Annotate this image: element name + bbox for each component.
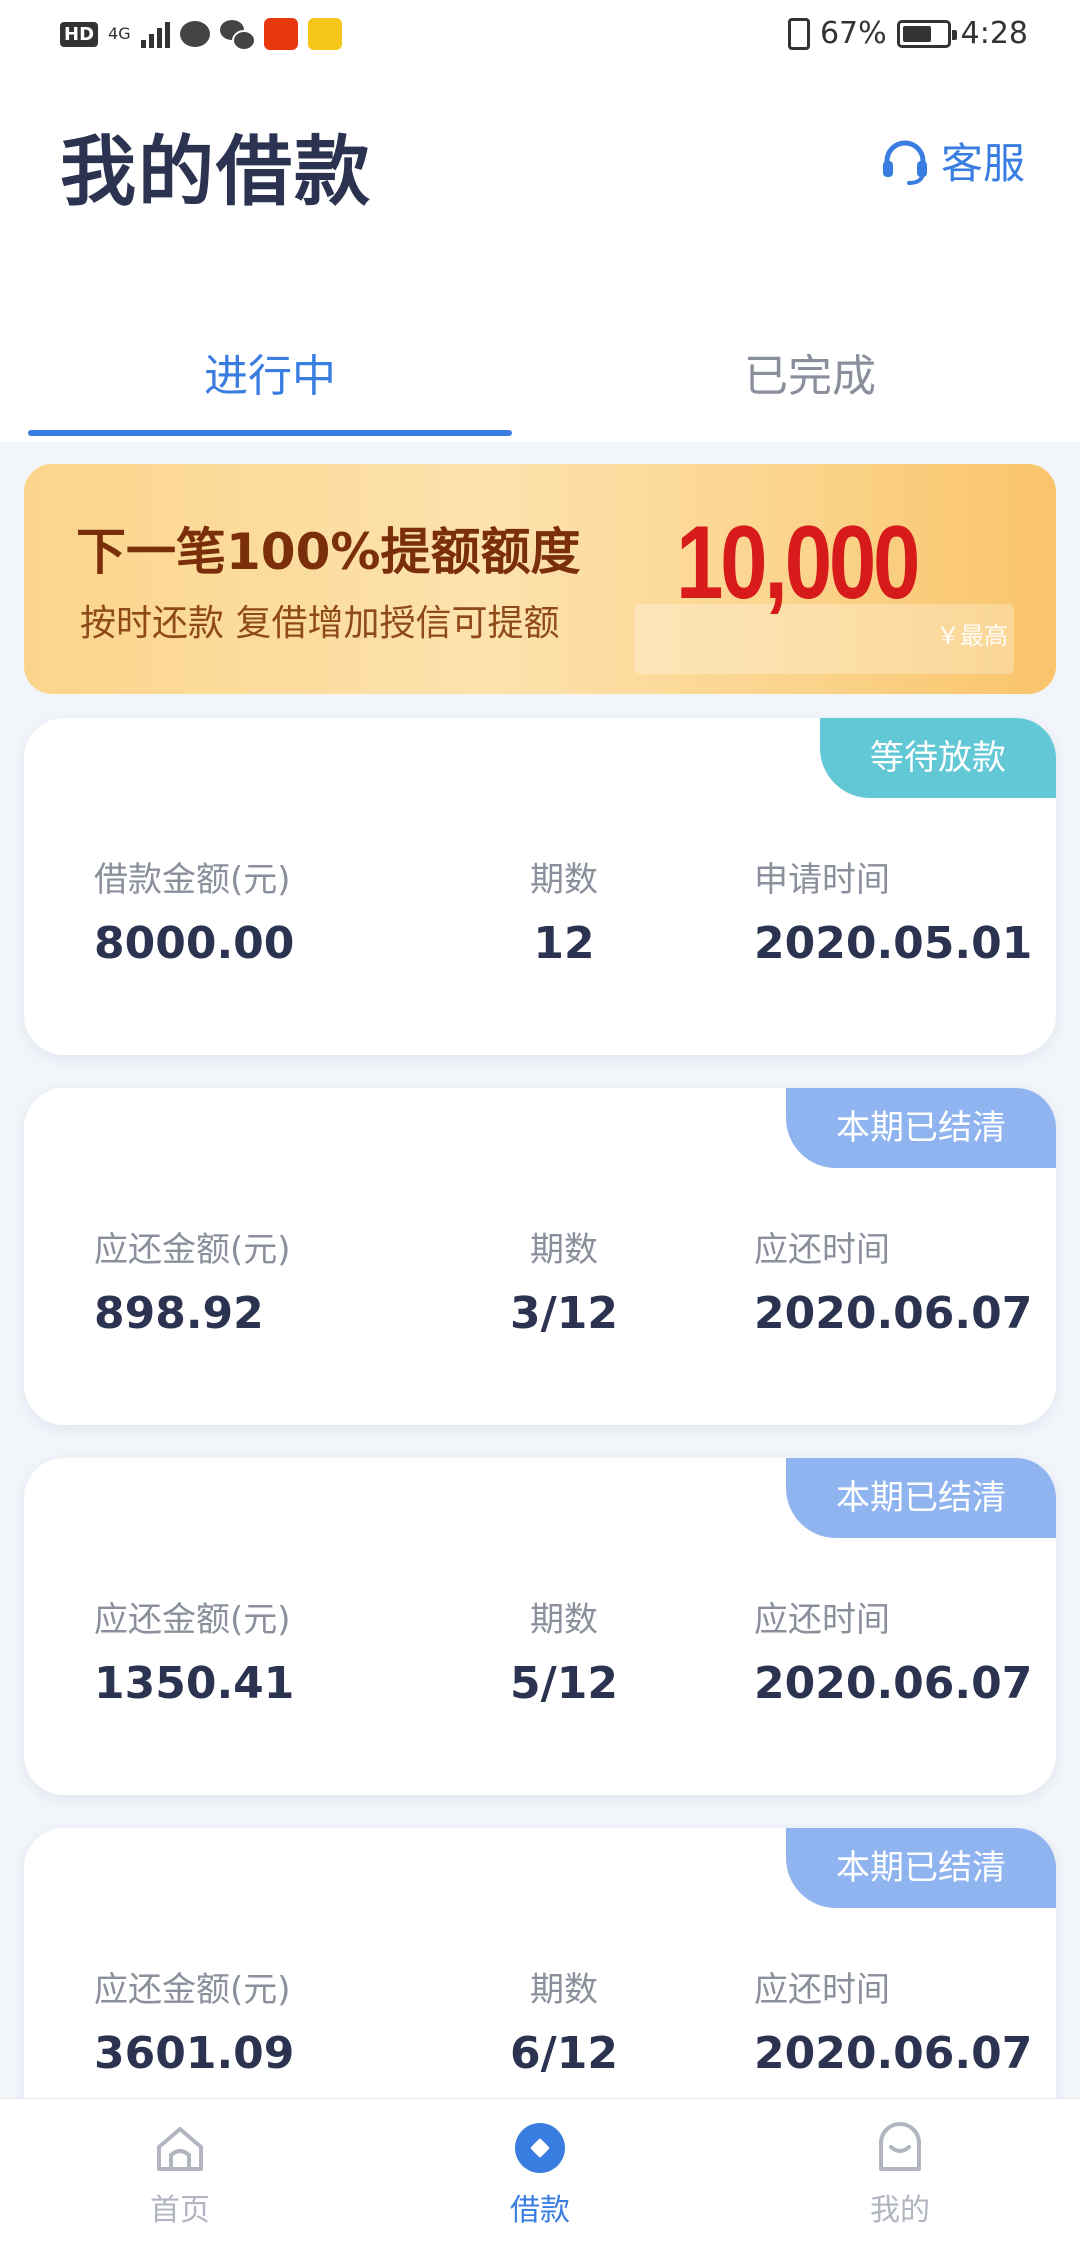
battery-percent: 67% <box>819 16 887 51</box>
date-value: 2020.06.07 <box>754 2028 1033 2079</box>
term-value: 5/12 <box>510 1658 618 1709</box>
date-label: 应还时间 <box>754 1970 890 2010</box>
date-value: 2020.06.07 <box>754 1288 1033 1339</box>
amount-label: 借款金额(元) <box>94 860 291 900</box>
banner-headline: 下一笔100%提额额度 <box>76 523 581 581</box>
date-value: 2020.06.07 <box>754 1658 1033 1709</box>
hd-indicator: HD <box>60 21 99 47</box>
nav-mine-label: 我的 <box>870 2193 930 2228</box>
home-icon <box>157 2127 203 2171</box>
loan-card[interactable]: 本期已结清 应还金额(元) 898.92 期数 3/12 应还时间 2020.0… <box>24 1088 1056 1425</box>
status-badge: 本期已结清 <box>786 1088 1056 1168</box>
loan-card[interactable]: 本期已结清 应还金额(元) 1350.41 期数 5/12 应还时间 2020.… <box>24 1458 1056 1795</box>
page-title: 我的借款 <box>60 127 372 216</box>
tab-bar: 进行中 已完成 <box>0 270 1080 440</box>
amount-label: 应还金额(元) <box>94 1970 291 2010</box>
date-value: 2020.05.01 <box>754 918 1033 969</box>
message-icon <box>179 21 210 47</box>
nav-mine[interactable]: 我的 <box>820 2121 980 2229</box>
amount-value: 1350.41 <box>94 1658 295 1709</box>
profile-icon <box>879 2122 921 2171</box>
banner-note: ￥最高 <box>936 622 1008 650</box>
date-label: 应还时间 <box>754 1230 890 1270</box>
banner-amount: 10,000 <box>676 505 920 621</box>
term-label: 期数 <box>530 1970 598 2010</box>
status-badge: 本期已结清 <box>786 1828 1056 1908</box>
nav-loan-label: 借款 <box>510 2193 570 2228</box>
date-label: 应还时间 <box>754 1600 890 1640</box>
nav-home[interactable]: 首页 <box>100 2121 260 2229</box>
app-icon <box>263 18 298 50</box>
term-value: 3/12 <box>510 1288 618 1339</box>
customer-service-button[interactable]: 客服 <box>879 130 1025 191</box>
amount-label: 应还金额(元) <box>94 1600 291 1640</box>
term-label: 期数 <box>530 1600 598 1640</box>
active-tab-indicator <box>28 430 512 436</box>
nav-home-label: 首页 <box>150 2193 210 2228</box>
signal-icon <box>140 20 170 48</box>
term-value: 12 <box>533 918 595 969</box>
network-indicator: 4G <box>108 24 131 43</box>
date-label: 申请时间 <box>754 860 890 900</box>
term-label: 期数 <box>530 860 598 900</box>
status-badge: 本期已结清 <box>786 1458 1056 1538</box>
battery-icon <box>896 19 957 48</box>
credit-increase-banner[interactable]: 下一笔100%提额额度 按时还款 复借增加授信可提额 10,000 ￥最高 <box>24 464 1056 694</box>
amount-value: 898.92 <box>94 1288 264 1339</box>
amount-value: 3601.09 <box>94 2028 295 2079</box>
wechat-icon <box>219 20 256 51</box>
loan-card[interactable]: 等待放款 借款金额(元) 8000.00 期数 12 申请时间 2020.05.… <box>24 718 1056 1055</box>
status-badge: 等待放款 <box>820 718 1056 798</box>
amount-label: 应还金额(元) <box>94 1230 291 1270</box>
loan-icon <box>515 2123 565 2173</box>
amount-value: 8000.00 <box>94 918 295 969</box>
term-label: 期数 <box>530 1230 598 1270</box>
tab-completed[interactable]: 已完成 <box>570 340 1050 404</box>
headset-icon <box>882 140 927 185</box>
customer-service-label: 客服 <box>940 139 1025 188</box>
banner-subline: 按时还款 复借增加授信可提额 <box>80 603 560 644</box>
app-icon <box>307 18 342 50</box>
status-left: HD 4G <box>60 18 342 51</box>
bottom-nav: 首页 借款 我的 <box>0 2098 1080 2244</box>
status-right: 67% 4:28 <box>787 16 1028 51</box>
clock: 4:28 <box>960 16 1028 51</box>
vibrate-icon <box>787 17 810 50</box>
nav-loan[interactable]: 借款 <box>460 2121 620 2229</box>
status-bar: HD 4G 67% 4:28 <box>0 0 1080 72</box>
term-value: 6/12 <box>510 2028 618 2079</box>
tab-in-progress[interactable]: 进行中 <box>30 340 510 404</box>
